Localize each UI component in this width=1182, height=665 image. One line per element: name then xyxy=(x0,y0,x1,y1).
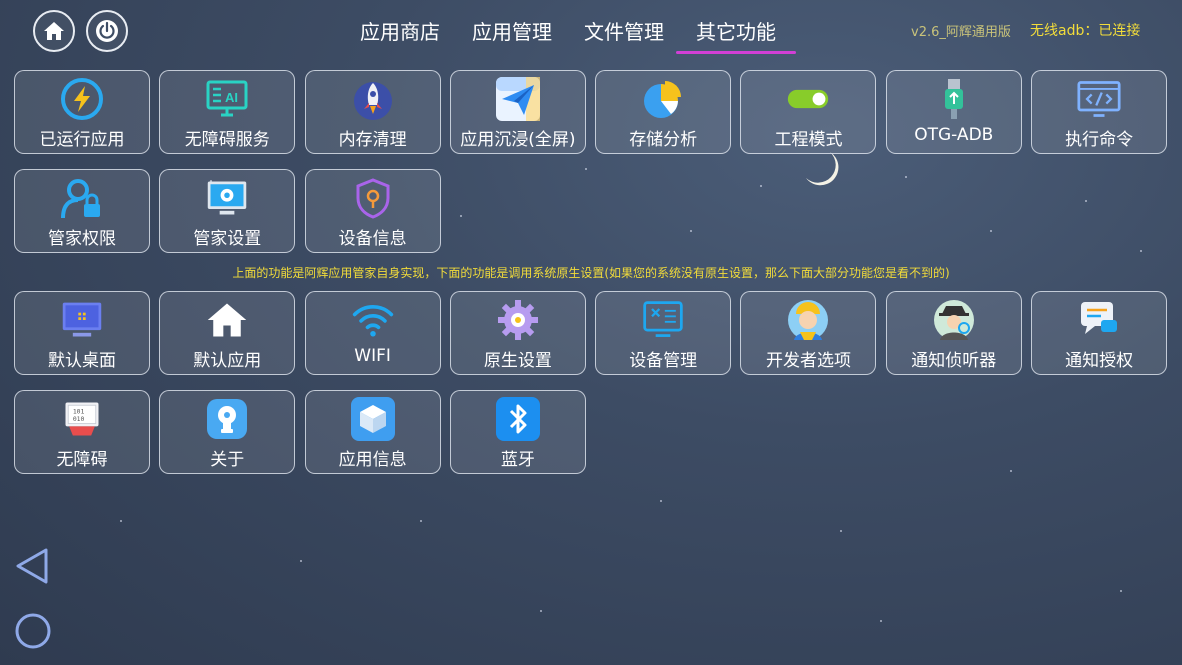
tile-label: 内存清理 xyxy=(338,130,407,150)
tab-file-management[interactable]: 文件管理 xyxy=(568,18,680,54)
tab-other-functions[interactable]: 其它功能 xyxy=(676,18,796,54)
tile-label: 原生设置 xyxy=(483,351,552,371)
home-icon xyxy=(44,22,64,40)
version-label: v2.6_阿辉通用版 xyxy=(911,25,1011,40)
adb-status: 无线adb：已连接 xyxy=(1030,23,1141,39)
back-triangle-icon xyxy=(16,548,48,584)
tile-label: 设备管理 xyxy=(629,351,698,371)
tile-default-launcher[interactable]: 默认桌面 xyxy=(14,291,150,375)
tile-device-management[interactable]: 设备管理 xyxy=(595,291,732,375)
tile-label: 工程模式 xyxy=(774,130,843,150)
tile-storage-analysis[interactable]: 存储分析 xyxy=(595,70,732,154)
tile-engineering-mode[interactable]: 工程模式 xyxy=(740,70,877,154)
cube-icon xyxy=(350,397,395,441)
tile-native-settings[interactable]: 原生设置 xyxy=(449,291,586,375)
svg-text:AI: AI xyxy=(225,90,238,105)
chat-bubbles-icon xyxy=(1077,298,1121,342)
lightning-icon xyxy=(60,77,104,121)
tile-label: 通知侦听器 xyxy=(911,351,997,371)
code-icon xyxy=(1077,77,1121,121)
tile-label: 蓝牙 xyxy=(500,450,535,470)
back-button[interactable] xyxy=(14,546,50,590)
tile-device-info[interactable]: 设备信息 xyxy=(304,169,441,253)
monitor-gear-icon xyxy=(205,176,249,220)
wifi-icon xyxy=(351,298,395,342)
paper-plane-icon xyxy=(495,77,540,121)
developer-avatar-icon xyxy=(786,298,830,342)
power-button[interactable] xyxy=(86,10,128,52)
tile-notification-access[interactable]: 通知授权 xyxy=(1031,291,1168,375)
desktop-icon xyxy=(60,298,104,342)
tile-default-apps[interactable]: 默认应用 xyxy=(159,291,296,375)
tile-bluetooth[interactable]: 蓝牙 xyxy=(449,390,586,474)
tile-run-command[interactable]: 执行命令 xyxy=(1031,70,1168,154)
tile-label: 应用信息 xyxy=(338,450,407,470)
usb-icon xyxy=(932,77,976,121)
tile-about[interactable]: 关于 xyxy=(159,390,296,474)
system-features-grid: 默认桌面 默认应用 WIFI 原生设置 设备管理 开发者选项 通知侦听器 通知授… xyxy=(14,291,1168,474)
tile-label: 已运行应用 xyxy=(39,130,125,150)
tile-accessibility-service[interactable]: AI 无障碍服务 xyxy=(159,70,296,154)
tile-label: 存储分析 xyxy=(629,130,698,150)
nav-home-button[interactable] xyxy=(14,612,52,654)
tile-app-info[interactable]: 应用信息 xyxy=(304,390,441,474)
user-lock-icon xyxy=(60,176,104,220)
tile-label: 管家设置 xyxy=(193,229,262,249)
tile-notification-listener[interactable]: 通知侦听器 xyxy=(885,291,1022,375)
ai-monitor-icon: AI xyxy=(205,77,249,121)
tile-label: OTG-ADB xyxy=(914,125,994,145)
tile-wifi[interactable]: WIFI xyxy=(304,291,441,375)
tile-immersive-fullscreen[interactable]: 应用沉浸(全屏) xyxy=(449,70,586,154)
home-circle-icon xyxy=(15,613,51,649)
binary-monitor-icon: 101 010 xyxy=(60,397,104,441)
toggle-icon xyxy=(786,77,830,121)
tile-manager-settings[interactable]: 管家设置 xyxy=(159,169,296,253)
shield-pin-icon xyxy=(351,176,395,220)
tile-label: 执行命令 xyxy=(1065,130,1134,150)
home-button[interactable] xyxy=(33,10,75,52)
tile-label: 通知授权 xyxy=(1065,351,1134,371)
info-chip-icon xyxy=(205,397,249,441)
tile-label: 默认桌面 xyxy=(48,351,116,371)
tab-bar: 应用商店 应用管理 文件管理 其它功能 xyxy=(344,18,796,54)
tab-app-store[interactable]: 应用商店 xyxy=(344,18,456,54)
tile-developer-options[interactable]: 开发者选项 xyxy=(740,291,877,375)
tab-app-management[interactable]: 应用管理 xyxy=(456,18,568,54)
tile-label: 默认应用 xyxy=(193,351,262,371)
self-features-grid: 已运行应用 AI 无障碍服务 内存清理 应用沉浸(全屏) 存储分析 工程模式 O… xyxy=(14,70,1168,253)
bluetooth-icon xyxy=(495,397,540,441)
power-icon xyxy=(96,20,118,42)
rocket-icon xyxy=(351,77,395,121)
notice-text: 上面的功能是阿辉应用管家自身实现，下面的功能是调用系统原生设置(如果您的系统没有… xyxy=(232,266,950,280)
tile-manager-permissions[interactable]: 管家权限 xyxy=(14,169,150,253)
tile-label: 设备信息 xyxy=(338,229,407,249)
tile-label: 无障碍服务 xyxy=(184,130,270,150)
house-icon xyxy=(205,298,249,342)
tile-label: WIFI xyxy=(354,346,391,366)
gear-icon xyxy=(496,298,540,342)
tile-running-apps[interactable]: 已运行应用 xyxy=(14,70,150,154)
pie-chart-icon xyxy=(641,77,685,121)
tile-accessibility[interactable]: 101 010 无障碍 xyxy=(14,390,150,474)
tile-label: 关于 xyxy=(210,450,245,470)
device-tools-icon xyxy=(641,298,685,342)
svg-text:010: 010 xyxy=(73,415,85,423)
tile-otg-adb[interactable]: OTG-ADB xyxy=(885,70,1022,154)
tile-label: 管家权限 xyxy=(48,229,116,249)
tile-label: 应用沉浸(全屏) xyxy=(460,130,576,150)
tile-label: 开发者选项 xyxy=(765,351,851,371)
tile-label: 无障碍 xyxy=(56,450,108,470)
tile-memory-cleanup[interactable]: 内存清理 xyxy=(304,70,441,154)
detective-icon xyxy=(932,298,976,342)
